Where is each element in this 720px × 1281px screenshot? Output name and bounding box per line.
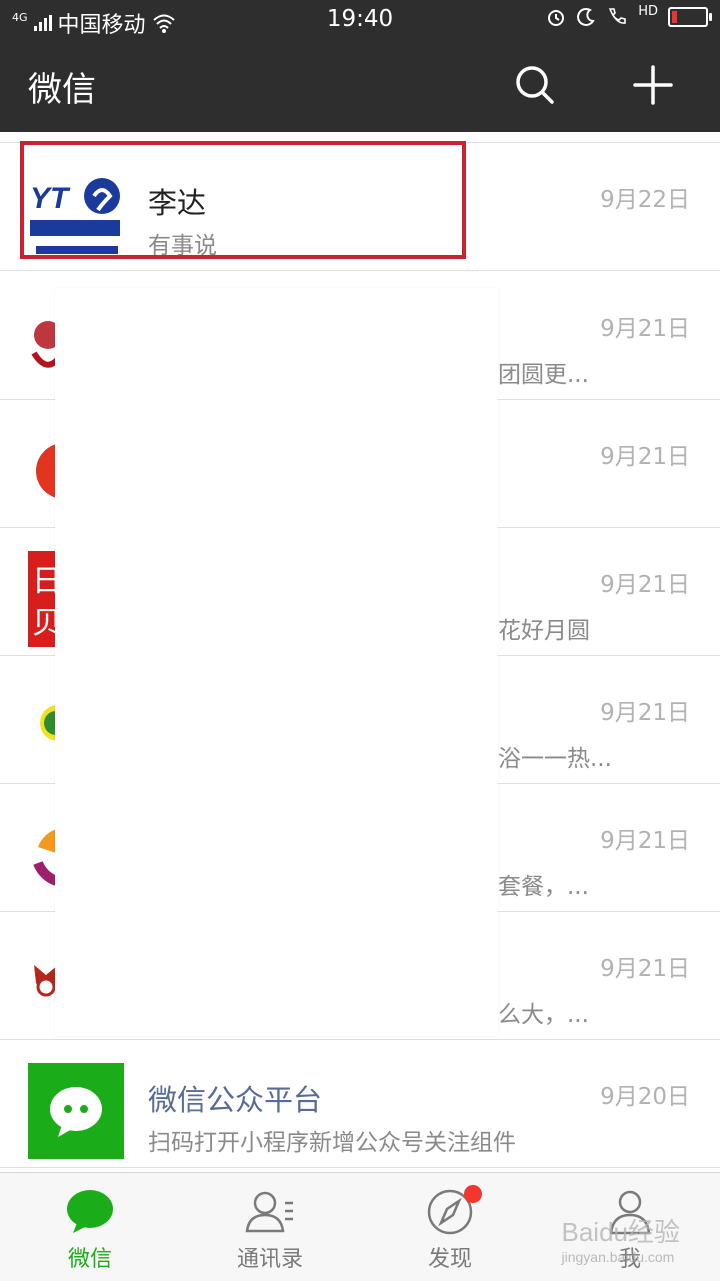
- search-icon[interactable]: [514, 64, 556, 106]
- tab-label: 发现: [427, 1247, 472, 1272]
- highlight-box: [20, 141, 466, 259]
- page-title: 微信: [28, 70, 96, 110]
- watermark: Baidu经验 jingyan.baidu.com: [562, 1212, 681, 1265]
- chat-preview: 团圆更...: [498, 362, 589, 388]
- contacts-icon: [245, 1191, 293, 1233]
- plus-icon[interactable]: [632, 64, 674, 106]
- chat-preview: 浴一一热...: [498, 746, 612, 772]
- chat-date: 9月22日: [600, 187, 690, 213]
- chat-date: 9月21日: [600, 956, 690, 982]
- app-bar: 微信: [0, 38, 720, 132]
- alarm-icon: [548, 10, 565, 26]
- chat-date: 9月21日: [600, 316, 690, 342]
- chat-name: 微信公众平台: [148, 1083, 323, 1117]
- status-bar: 4G 中国移动 19:40 HD: [0, 0, 720, 38]
- overlay-panel: [55, 288, 498, 1036]
- chat-date: 9月21日: [600, 444, 690, 470]
- tab-label: 微信: [67, 1247, 112, 1272]
- chat-date: 9月21日: [600, 572, 690, 598]
- chat-date: 9月21日: [600, 828, 690, 854]
- chat-preview: 扫码打开小程序新增公众号关注组件: [148, 1130, 516, 1156]
- chat-preview: 花好月圆: [498, 618, 590, 644]
- tab-discover[interactable]: 发现: [360, 1173, 540, 1281]
- watermark-sub: jingyan.baidu.com: [561, 1249, 675, 1265]
- status-right: HD: [546, 3, 712, 27]
- tab-contacts[interactable]: 通讯录: [180, 1173, 360, 1281]
- watermark-text: Baidu经验: [561, 1217, 681, 1247]
- wechat-green-icon: [28, 1063, 124, 1159]
- chat-preview: 么大，...: [498, 1002, 589, 1028]
- tab-chats[interactable]: 微信: [0, 1173, 180, 1281]
- chat-row-wechat-platform[interactable]: 微信公众平台 扫码打开小程序新增公众号关注组件 9月20日: [0, 1039, 720, 1168]
- chat-bubble-icon: [67, 1190, 113, 1233]
- chat-date: 9月21日: [600, 700, 690, 726]
- hd-label: HD: [638, 3, 658, 19]
- moon-icon: [577, 8, 595, 26]
- call-icon: [609, 8, 627, 24]
- chat-preview: 套餐，...: [498, 874, 589, 900]
- chat-date: 9月20日: [600, 1084, 690, 1110]
- badge-dot: [464, 1185, 482, 1203]
- tab-label: 通讯录: [236, 1247, 303, 1272]
- battery-icon: [668, 7, 712, 27]
